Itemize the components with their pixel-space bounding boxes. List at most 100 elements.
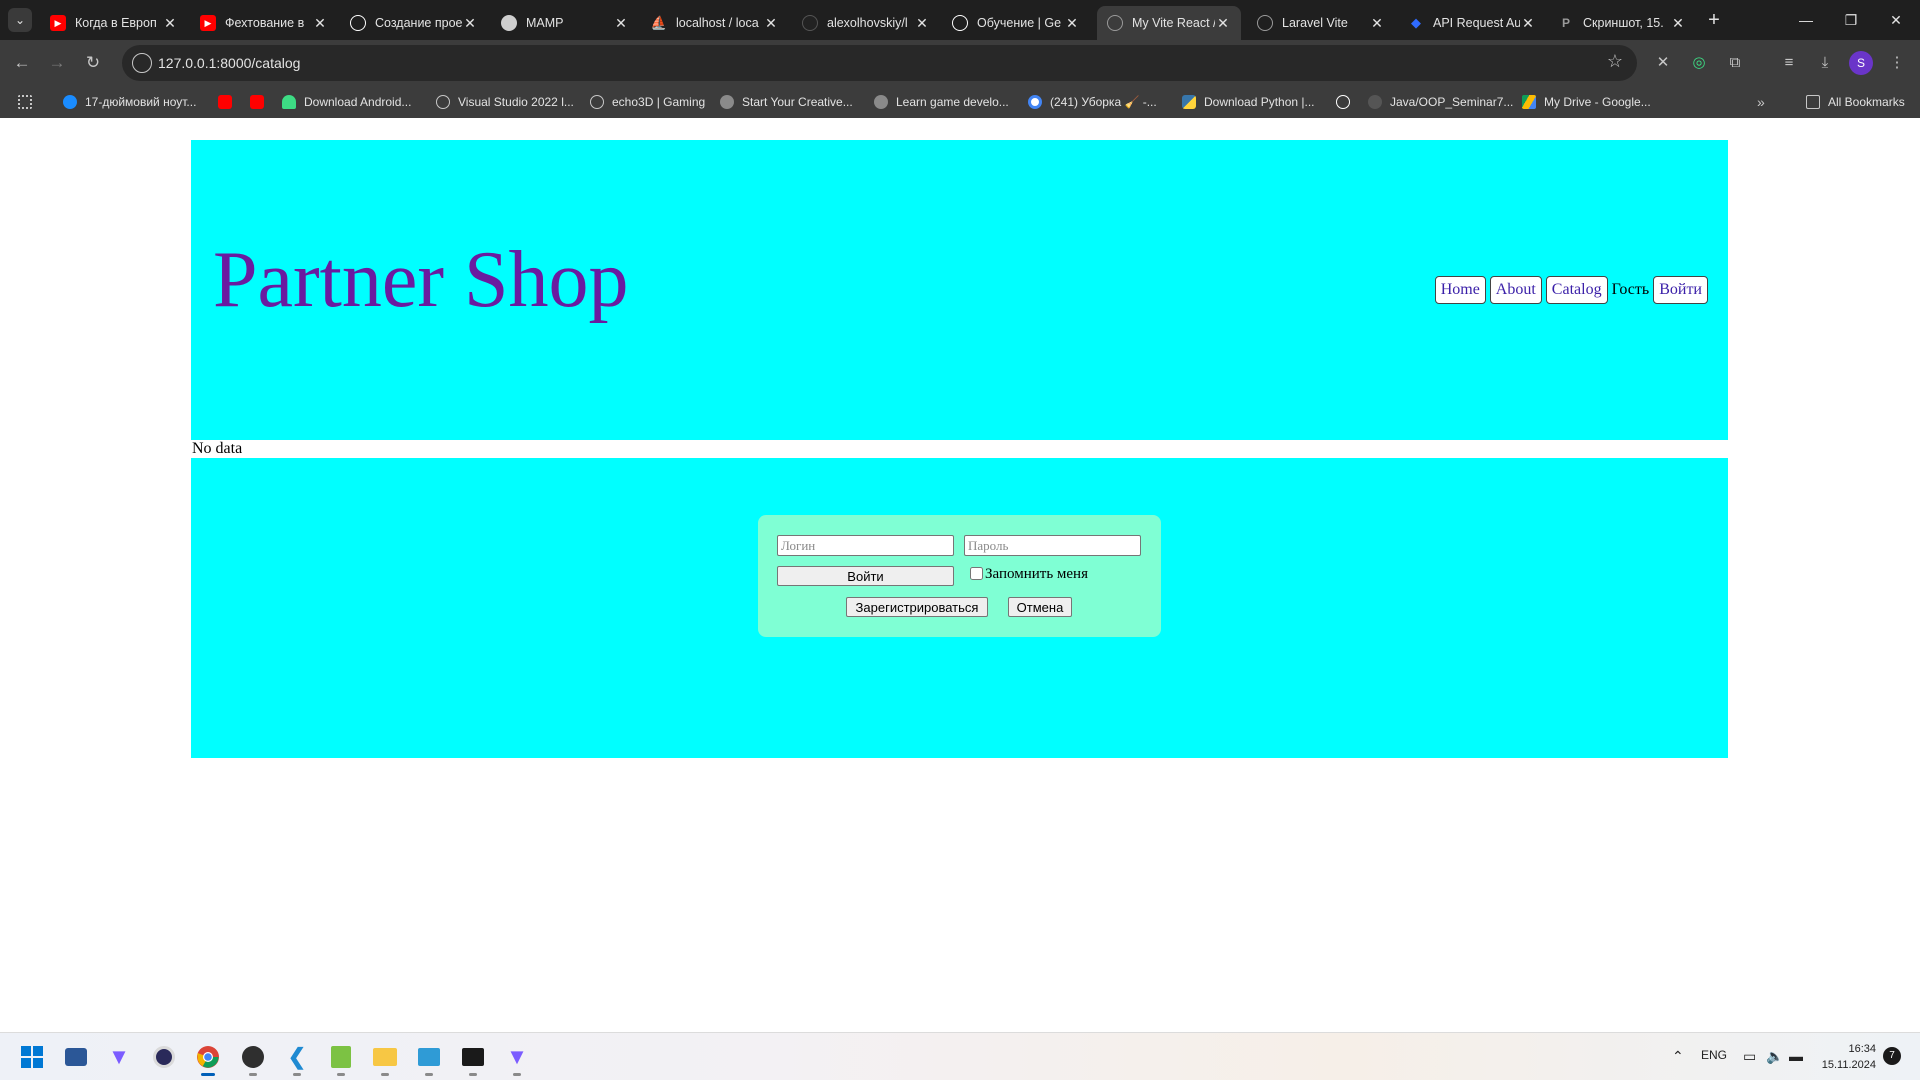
tab-3[interactable]: Создание прое ✕ (340, 6, 488, 40)
show-hidden-icons-chevron-icon[interactable]: ⌃ (1672, 1048, 1684, 1065)
bookmark-item[interactable]: Download Android... (282, 92, 411, 112)
bookmark-item[interactable]: Start Your Creative... (720, 92, 853, 112)
profile-avatar[interactable]: S (1849, 51, 1873, 75)
tab-7[interactable]: Обучение | Ge ✕ (942, 6, 1090, 40)
windows-start-icon[interactable] (16, 1041, 48, 1073)
password-field[interactable] (964, 535, 1141, 556)
site-info-icon[interactable] (132, 53, 152, 73)
terminal-icon[interactable] (457, 1041, 489, 1076)
tab-title: Скриншот, 15. (1583, 16, 1664, 30)
nav-catalog-button[interactable]: Catalog (1545, 276, 1608, 304)
youtube-icon: ▶ (50, 15, 66, 31)
youtube-icon: ▶ (200, 15, 216, 31)
tab-1[interactable]: ▶ Когда в Европ ✕ (40, 6, 188, 40)
bookmark-item[interactable]: Download Python |... (1182, 92, 1315, 112)
bookmark-item[interactable]: Visual Studio 2022 l... (436, 92, 574, 112)
tab-9[interactable]: Laravel Vite ✕ (1247, 6, 1395, 40)
remember-me-checkbox[interactable] (970, 567, 983, 580)
cancel-button[interactable]: Отмена (1008, 597, 1072, 617)
close-icon[interactable]: ✕ (1670, 15, 1686, 32)
restore-icon[interactable]: ❐ (1839, 8, 1863, 32)
login-submit-button[interactable]: Войти (777, 566, 954, 586)
chrome-icon[interactable] (192, 1041, 224, 1076)
close-icon[interactable]: ✕ (462, 15, 478, 32)
bookmark-label: Visual Studio 2022 l... (458, 95, 574, 109)
site-title: Partner Shop (213, 236, 629, 324)
login-field[interactable] (777, 535, 954, 556)
back-icon[interactable]: ← (10, 51, 34, 75)
tab-title: Фехтование в (225, 16, 305, 30)
extension-x-icon[interactable]: ✕ (1651, 51, 1675, 75)
extension-circle-icon[interactable]: ◎ (1687, 51, 1711, 75)
youtube-icon (218, 95, 232, 109)
close-icon[interactable]: ✕ (162, 15, 178, 32)
vpn-icon[interactable]: ▼ (103, 1041, 135, 1073)
bookmark-item[interactable]: Learn game develo... (874, 92, 1009, 112)
bookmark-label: Download Android... (304, 95, 412, 109)
tab-8-active[interactable]: My Vite React / ✕ (1097, 6, 1241, 40)
github-desktop-icon[interactable] (237, 1041, 269, 1076)
bookmark-item[interactable]: Java/OOP_Seminar7... (1368, 92, 1513, 112)
bookmark-item[interactable]: (241) Уборка 🧹 -... (1028, 92, 1157, 112)
powershell-icon[interactable] (60, 1041, 92, 1073)
bookmark-item[interactable]: My Drive - Google... (1522, 92, 1651, 112)
tab-title: Laravel Vite (1282, 16, 1348, 30)
download-icon[interactable]: ⤓ (1813, 51, 1837, 75)
bookmark-star-icon[interactable]: ☆ (1607, 51, 1623, 72)
vpn-connected-icon[interactable]: ▼ (501, 1041, 533, 1076)
android-icon (282, 95, 296, 109)
file-explorer-icon[interactable] (369, 1041, 401, 1076)
bookmark-item[interactable]: echo3D | Gaming (590, 92, 705, 112)
media-playlist-icon[interactable]: ≡ (1777, 51, 1801, 75)
app-icon[interactable] (148, 1041, 180, 1073)
network-icon[interactable]: ▭ (1743, 1048, 1756, 1065)
apps-grid-icon[interactable] (18, 92, 32, 112)
nav-about-button[interactable]: About (1489, 276, 1542, 304)
nav-home-button[interactable]: Home (1434, 276, 1486, 304)
chatgpt-icon (1336, 95, 1350, 109)
system-clock[interactable]: 16:34 15.11.2024 (1818, 1041, 1876, 1073)
more-bookmarks-chevron-icon[interactable]: » (1757, 92, 1765, 112)
forward-icon[interactable]: → (45, 51, 69, 75)
reload-icon[interactable]: ↻ (81, 51, 105, 75)
notification-badge[interactable]: 7 (1883, 1047, 1901, 1065)
close-icon[interactable]: ✕ (1369, 15, 1385, 32)
tab-search-icon[interactable]: ⌄ (8, 8, 32, 32)
menu-kebab-icon[interactable]: ⋮ (1885, 51, 1909, 75)
tab-11[interactable]: P Скриншот, 15. ✕ (1548, 6, 1696, 40)
new-tab-button[interactable]: + (1702, 9, 1726, 33)
bookmark-item[interactable] (1336, 92, 1350, 112)
close-icon[interactable]: ✕ (312, 15, 328, 32)
vscode-icon[interactable]: ❮ (281, 1041, 313, 1076)
extensions-puzzle-icon[interactable]: ⧉ (1723, 51, 1747, 75)
url-text[interactable]: 127.0.0.1:8000/catalog (158, 55, 300, 71)
tab-4[interactable]: MAMP ✕ (491, 6, 639, 40)
tab-6[interactable]: alexolhovskiy/l ✕ (792, 6, 940, 40)
close-icon[interactable]: ✕ (914, 15, 930, 32)
bookmark-item[interactable]: 17-дюймовий ноут... (63, 92, 196, 112)
tab-5[interactable]: ⛵ localhost / loca ✕ (641, 6, 789, 40)
volume-icon[interactable]: 🔈 (1766, 1048, 1783, 1065)
browser-tab-strip: ⌄ ▶ Когда в Европ ✕ ▶ Фехтование в ✕ Соз… (0, 0, 1920, 40)
bookmark-item[interactable] (250, 92, 264, 112)
bookmark-item[interactable] (218, 92, 232, 112)
close-window-icon[interactable]: ✕ (1884, 8, 1908, 32)
language-indicator[interactable]: ENG (1701, 1048, 1727, 1062)
register-button[interactable]: Зарегистрироваться (846, 597, 988, 617)
close-icon[interactable]: ✕ (1520, 15, 1536, 32)
tab-10[interactable]: ◆ API Request Au ✕ (1398, 6, 1546, 40)
tab-2[interactable]: ▶ Фехтование в ✕ (190, 6, 338, 40)
battery-icon[interactable]: ▬ (1789, 1048, 1803, 1064)
tab-title: alexolhovskiy/l (827, 16, 908, 30)
close-icon[interactable]: ✕ (763, 15, 779, 32)
close-icon[interactable]: ✕ (1215, 15, 1231, 32)
nav-login-button[interactable]: Войти (1653, 276, 1708, 304)
remember-me-label: Запомнить меня (985, 566, 1088, 582)
address-bar[interactable]: 127.0.0.1:8000/catalog ☆ (122, 45, 1637, 81)
all-bookmarks-button[interactable]: All Bookmarks (1806, 92, 1905, 112)
minimize-icon[interactable]: — (1794, 8, 1818, 32)
notepad-icon[interactable] (325, 1041, 357, 1076)
close-icon[interactable]: ✕ (613, 15, 629, 32)
remote-desktop-icon[interactable] (413, 1041, 445, 1076)
close-icon[interactable]: ✕ (1064, 15, 1080, 32)
